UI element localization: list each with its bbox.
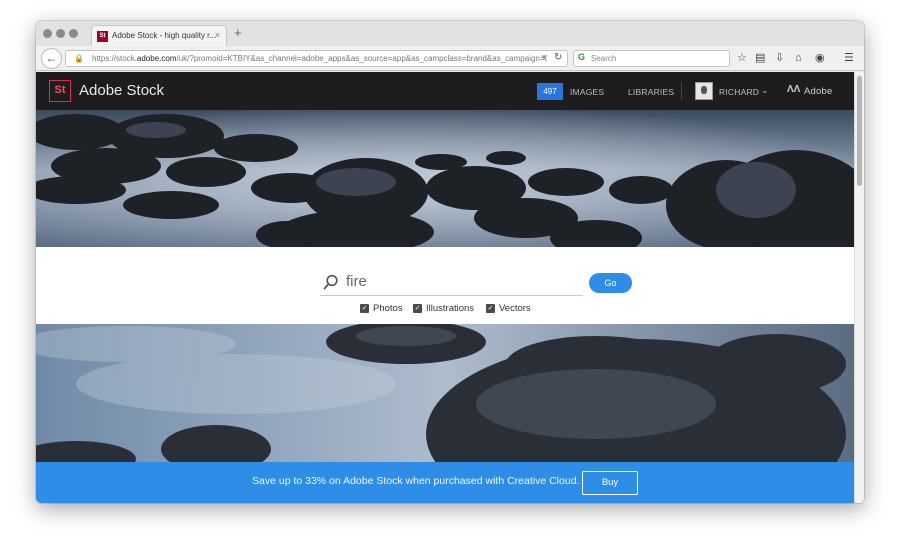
browser-toolbar: ← 🔒 https://stock.adobe.com/uk/?promoid=… <box>36 46 864 71</box>
promo-banner: Save up to 33% on Adobe Stock when purch… <box>36 462 854 503</box>
tab-title: Adobe Stock - high quality r... <box>112 31 217 40</box>
chevron-down-icon[interactable]: ⌄ <box>761 85 769 96</box>
reading-list-icon[interactable]: ▤ <box>755 51 765 65</box>
tab-close-icon[interactable]: × <box>215 30 220 40</box>
web-page: St Adobe Stock 497 IMAGES LIBRARIES RICH… <box>36 72 854 503</box>
back-button[interactable]: ← <box>41 48 62 69</box>
images-count-badge[interactable]: 497 <box>537 83 563 100</box>
buy-button[interactable]: Buy <box>582 471 638 495</box>
browser-search-field[interactable]: G Search <box>573 50 730 67</box>
adobe-logo-icon[interactable]: ΛΛ <box>787 84 800 95</box>
user-name-link[interactable]: RICHARD <box>719 87 759 97</box>
page-scrollbar[interactable] <box>854 72 864 503</box>
photos-checkbox[interactable]: ✓ <box>360 304 369 313</box>
adobe-stock-logo[interactable]: St <box>49 80 71 102</box>
browser-search-placeholder: Search <box>591 54 617 63</box>
search-panel: fire Go ✓ Photos ✓ Illustrations ✓ Vecto… <box>36 247 854 324</box>
filter-illustrations-label: Illustrations <box>426 303 475 314</box>
scrollbar-thumb[interactable] <box>857 76 862 186</box>
filter-photos-label: Photos <box>373 303 403 314</box>
url-text: https://stock.adobe.com/uk/?promoid=KTBI… <box>92 54 547 63</box>
minimize-window-button[interactable] <box>56 29 65 38</box>
promo-text: Save up to 33% on Adobe Stock when purch… <box>252 475 580 487</box>
lock-icon: 🔒 <box>74 54 84 63</box>
tab-favicon-icon: St <box>97 31 108 42</box>
search-input[interactable]: fire <box>346 273 367 290</box>
go-button[interactable]: Go <box>589 273 632 293</box>
browser-tab[interactable]: St Adobe Stock - high quality r... × <box>91 25 227 46</box>
close-window-button[interactable] <box>43 29 52 38</box>
download-icon[interactable]: ⇩ <box>775 51 784 65</box>
search-icon <box>323 274 338 290</box>
site-header: St Adobe Stock 497 IMAGES LIBRARIES RICH… <box>36 72 854 110</box>
zoom-window-button[interactable] <box>69 29 78 38</box>
illustrations-checkbox[interactable]: ✓ <box>413 304 422 313</box>
menu-icon[interactable]: ☰ <box>844 51 854 65</box>
hero-image-top <box>36 110 854 247</box>
filter-vectors-label: Vectors <box>499 303 531 314</box>
search-engine-icon[interactable]: G <box>578 52 585 62</box>
brand-title[interactable]: Adobe Stock <box>79 82 164 99</box>
address-bar[interactable]: 🔒 https://stock.adobe.com/uk/?promoid=KT… <box>65 50 568 67</box>
reload-icon[interactable]: ↻ <box>554 52 562 63</box>
search-input-underline <box>320 295 583 296</box>
new-tab-button[interactable]: + <box>234 26 242 39</box>
home-icon[interactable]: ⌂ <box>795 51 802 65</box>
chat-icon[interactable]: ◉ <box>815 51 825 65</box>
hero-image-bottom <box>36 324 854 462</box>
vectors-checkbox[interactable]: ✓ <box>486 304 495 313</box>
browser-window: St Adobe Stock - high quality r... × + ←… <box>36 21 864 503</box>
url-dropdown-icon[interactable]: ▼ <box>540 53 548 62</box>
tab-strip: St Adobe Stock - high quality r... × + <box>36 21 864 46</box>
header-divider <box>681 82 682 100</box>
adobe-link[interactable]: Adobe <box>804 86 832 97</box>
user-avatar[interactable] <box>695 82 713 100</box>
bookmark-star-icon[interactable]: ☆ <box>737 51 747 65</box>
nav-images-link[interactable]: IMAGES <box>570 87 604 97</box>
nav-libraries-link[interactable]: LIBRARIES <box>628 87 674 97</box>
